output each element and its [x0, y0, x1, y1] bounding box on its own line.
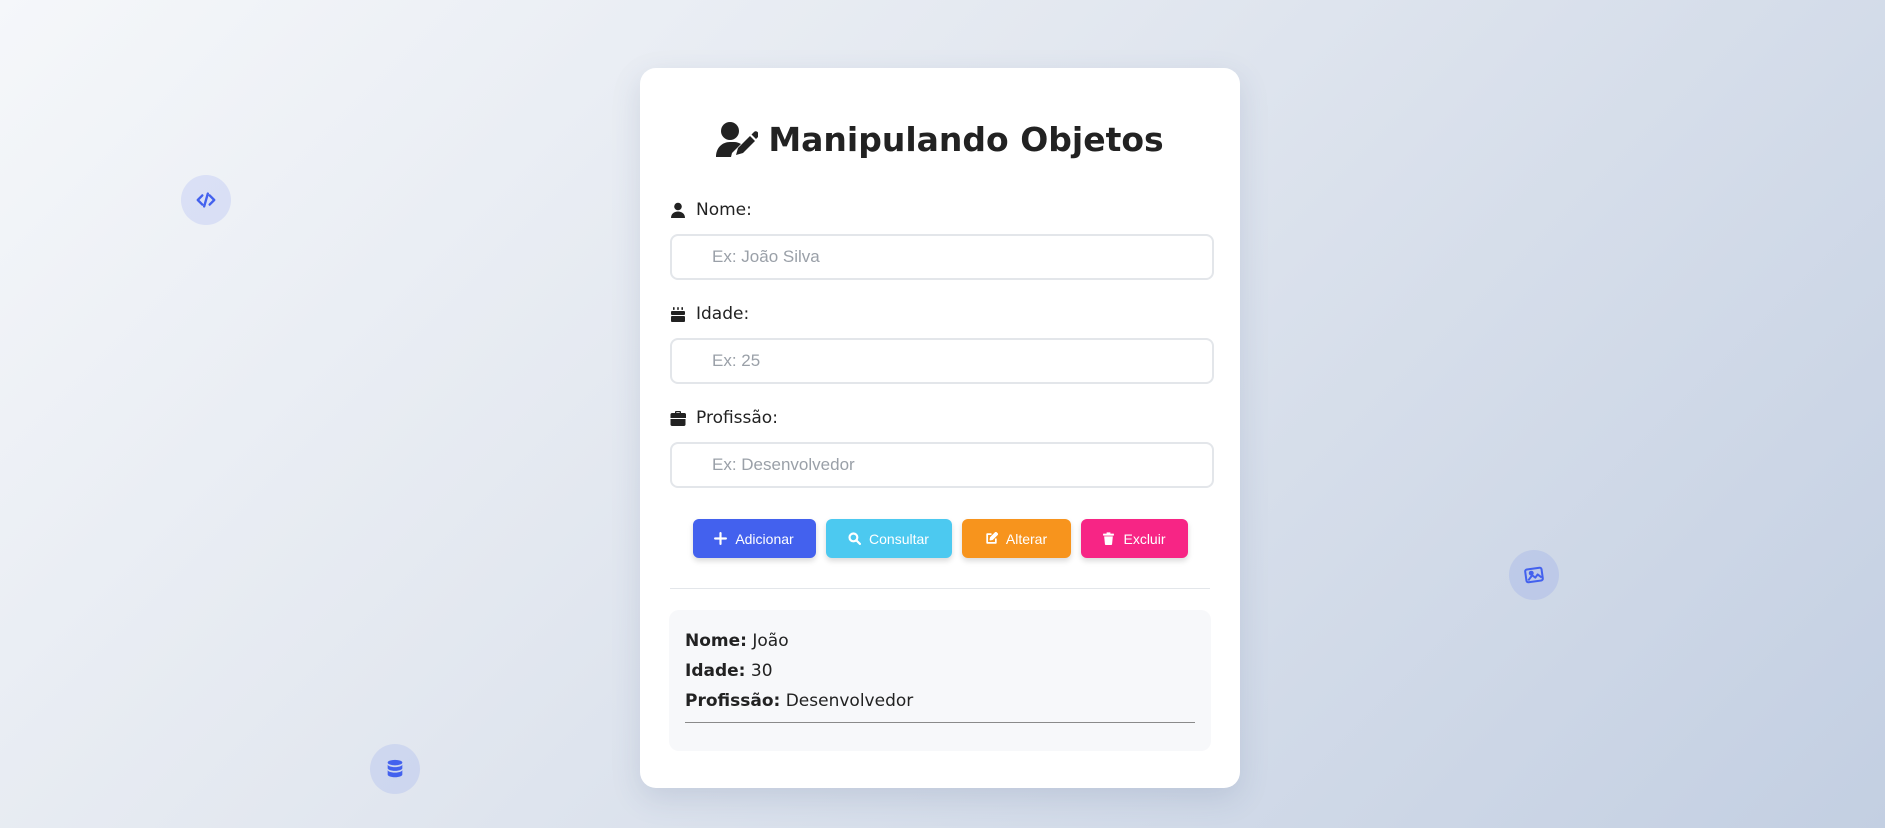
profissao-label: Profissão: — [670, 406, 1214, 430]
result-profissao: Profissão: Desenvolvedor — [685, 690, 1195, 720]
page-title: Manipulando Objetos — [640, 120, 1240, 159]
nome-field-group: Nome: — [670, 198, 1214, 280]
idade-label: Idade: — [670, 302, 1214, 326]
code-icon — [181, 175, 231, 225]
delete-button-label: Excluir — [1123, 530, 1166, 547]
edit-button[interactable]: Alterar — [961, 519, 1071, 558]
user-edit-icon — [716, 121, 759, 157]
edit-icon — [986, 532, 998, 544]
nome-input[interactable] — [670, 234, 1214, 280]
user-icon — [671, 202, 685, 218]
add-button[interactable]: Adicionar — [692, 519, 816, 558]
plus-icon — [714, 532, 728, 545]
briefcase-icon — [670, 411, 686, 426]
result-nome: Nome: João — [685, 630, 1195, 660]
profissao-field-group: Profissão: — [670, 406, 1214, 488]
divider — [670, 588, 1210, 589]
trash-icon — [1103, 532, 1115, 545]
profissao-label-text: Profissão: — [696, 408, 778, 428]
add-button-label: Adicionar — [735, 530, 794, 547]
result-idade-key: Idade: — [685, 661, 746, 681]
query-button-label: Consultar — [869, 530, 929, 547]
result-profissao-value: Desenvolvedor — [785, 691, 914, 711]
nome-label-text: Nome: — [696, 200, 752, 220]
nome-label: Nome: — [670, 198, 1214, 222]
title-text: Manipulando Objetos — [768, 120, 1164, 159]
search-icon — [848, 532, 862, 545]
profissao-input[interactable] — [670, 442, 1214, 488]
idade-field-group: Idade: — [670, 302, 1214, 384]
result-panel: Nome: João Idade: 30 Profissão: Desenvol… — [669, 610, 1211, 751]
query-button[interactable]: Consultar — [825, 519, 952, 558]
image-icon — [1509, 550, 1559, 600]
action-buttons: Adicionar Consultar Alterar Excluir — [640, 519, 1240, 558]
idade-label-text: Idade: — [696, 304, 750, 324]
result-idade-value: 30 — [750, 661, 773, 681]
result-idade: Idade: 30 — [685, 660, 1195, 690]
result-nome-key: Nome: — [685, 631, 747, 651]
result-profissao-key: Profissão: — [685, 691, 781, 711]
form-card: Manipulando Objetos Nome: Idade: — [640, 68, 1240, 788]
edit-button-label: Alterar — [1005, 530, 1048, 547]
result-nome-value: João — [752, 631, 789, 651]
delete-button[interactable]: Excluir — [1080, 519, 1188, 558]
result-separator — [685, 722, 1195, 723]
birthday-cake-icon — [671, 307, 685, 322]
idade-input[interactable] — [670, 338, 1214, 384]
database-icon — [370, 744, 420, 794]
